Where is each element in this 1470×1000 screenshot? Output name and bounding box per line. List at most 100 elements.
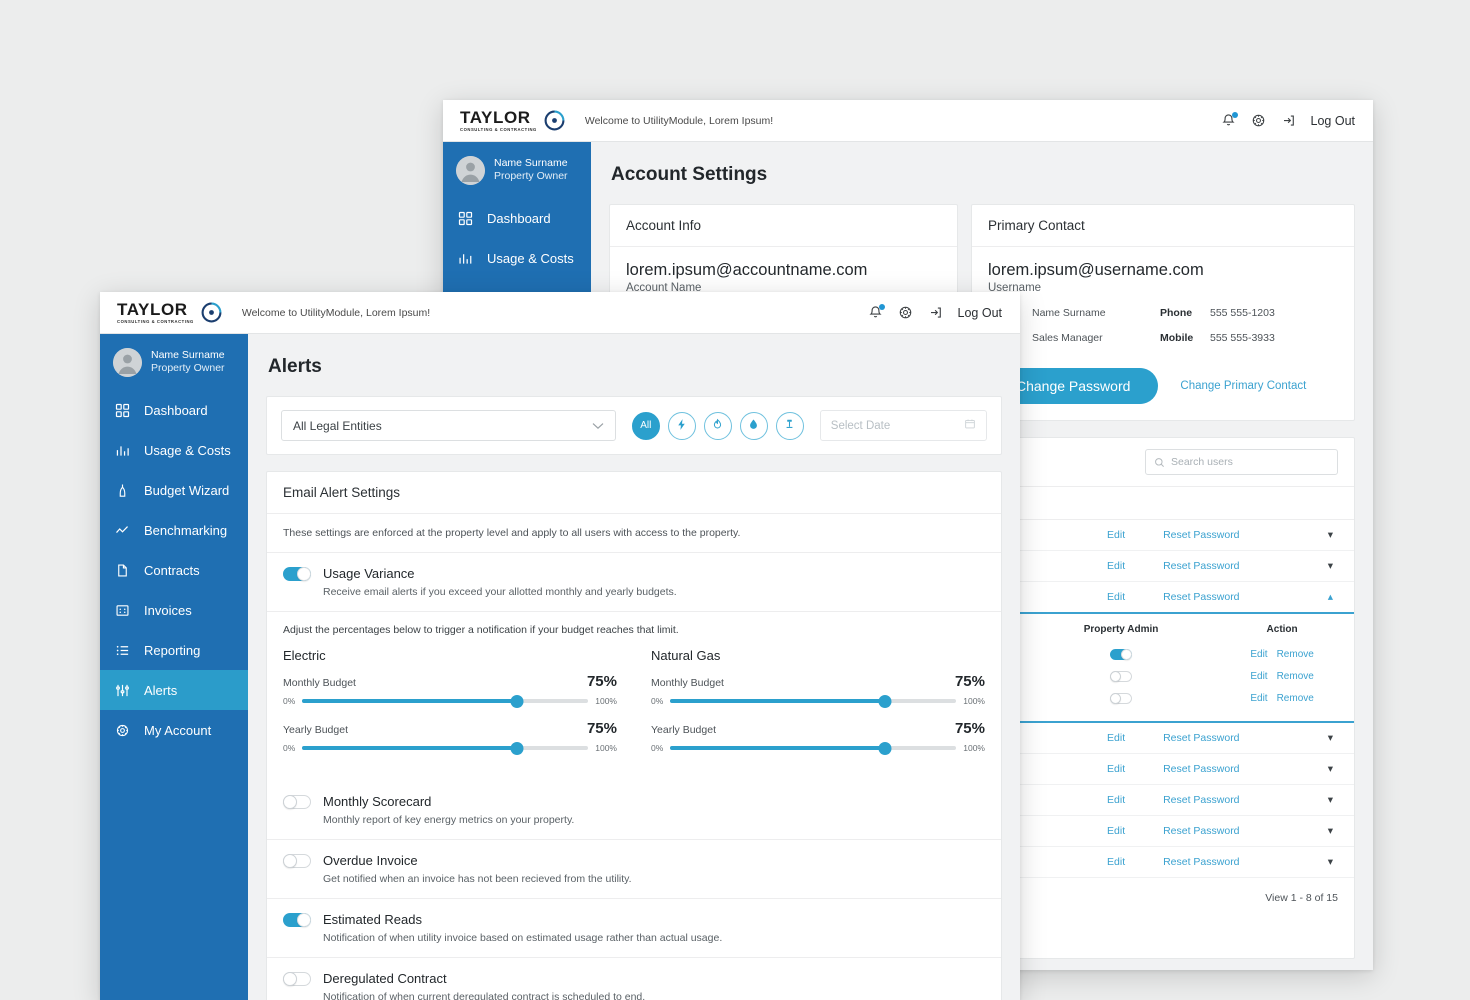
front-main: Alerts All Legal Entities All Select Dat… bbox=[248, 334, 1020, 1000]
row-reset-password-link[interactable]: Reset Password bbox=[1157, 753, 1322, 785]
row-edit-link[interactable]: Edit bbox=[1101, 722, 1158, 754]
sidebar-item-dashboard[interactable]: Dashboard bbox=[100, 390, 248, 430]
edit-link[interactable]: Edit bbox=[1250, 649, 1267, 660]
document-icon bbox=[114, 562, 131, 579]
remove-link[interactable]: Remove bbox=[1277, 693, 1314, 704]
overdue-invoice-toggle[interactable] bbox=[283, 853, 311, 868]
sidebar-item-dashboard[interactable]: Dashboard bbox=[443, 198, 591, 238]
chevron-down-icon[interactable]: ▾ bbox=[1321, 550, 1354, 582]
filter-pill-water[interactable] bbox=[739, 411, 768, 440]
logout-button[interactable]: Log Out bbox=[1311, 114, 1355, 128]
row-edit-link[interactable]: Edit bbox=[1101, 846, 1158, 878]
row-edit-link[interactable]: Edit bbox=[1101, 753, 1158, 785]
front-welcome-text: Welcome to UtilityModule, Lorem Ipsum! bbox=[241, 306, 431, 319]
sidebar-label: Dashboard bbox=[487, 210, 551, 226]
row-edit-link[interactable]: Edit bbox=[1101, 815, 1158, 847]
view-count: View 1 - 8 of 15 bbox=[1265, 892, 1338, 904]
search-users-input[interactable]: Search users bbox=[1145, 449, 1338, 475]
sidebar-item-reporting[interactable]: Reporting bbox=[100, 630, 248, 670]
notification-bell-icon[interactable] bbox=[868, 304, 885, 320]
primary-contact-card: Primary Contact lorem.ipsum@username.com… bbox=[971, 204, 1355, 421]
front-sidebar: Name Surname Property Owner Dashboard Us… bbox=[100, 334, 248, 1000]
filter-pill-sewer[interactable] bbox=[775, 411, 804, 440]
search-users-placeholder: Search users bbox=[1171, 456, 1233, 468]
notification-bell-icon[interactable] bbox=[1221, 112, 1238, 128]
chevron-down-icon[interactable]: ▾ bbox=[1321, 519, 1354, 551]
select-date-input[interactable]: Select Date bbox=[819, 410, 987, 441]
row-edit-link[interactable]: Edit bbox=[1101, 550, 1158, 582]
slider-track[interactable] bbox=[670, 741, 957, 755]
slider-track[interactable] bbox=[302, 741, 589, 755]
filter-pill-electric[interactable] bbox=[667, 411, 696, 440]
row-reset-password-link[interactable]: Reset Password bbox=[1157, 784, 1322, 816]
sidebar-item-budget-wizard[interactable]: Budget Wizard bbox=[100, 470, 248, 510]
property-admin-toggle[interactable] bbox=[1110, 670, 1133, 682]
sidebar-item-my-account[interactable]: My Account bbox=[100, 710, 248, 750]
front-topbar-actions: Log Out bbox=[868, 304, 1002, 320]
chevron-down-icon[interactable]: ▾ bbox=[1321, 815, 1354, 847]
slider-track[interactable] bbox=[670, 694, 957, 708]
row-reset-password-link[interactable]: Reset Password bbox=[1157, 519, 1322, 551]
list-icon bbox=[114, 642, 131, 659]
deregulated-contract-toggle[interactable] bbox=[283, 971, 311, 986]
logout-arrow-icon[interactable] bbox=[928, 305, 943, 320]
edit-link[interactable]: Edit bbox=[1250, 671, 1267, 682]
slider-electric-yearly[interactable]: 0% 100% bbox=[283, 741, 617, 755]
row-reset-password-link[interactable]: Reset Password bbox=[1157, 722, 1322, 754]
chevron-down-icon[interactable]: ▾ bbox=[1321, 753, 1354, 785]
usage-variance-toggle[interactable] bbox=[283, 566, 311, 581]
logout-button[interactable]: Log Out bbox=[958, 306, 1002, 320]
slider-gas-monthly[interactable]: 0% 100% bbox=[651, 694, 985, 708]
remove-link[interactable]: Remove bbox=[1277, 671, 1314, 682]
edit-link[interactable]: Edit bbox=[1250, 693, 1267, 704]
filter-pill-natural-gas[interactable] bbox=[703, 411, 732, 440]
front-profile-name: Name Surname bbox=[151, 348, 225, 361]
slider-label-row: Monthly Budget 75% bbox=[651, 673, 985, 690]
alert-row-deregulated-contract: Deregulated Contract Notification of whe… bbox=[267, 958, 1001, 1000]
slider-electric-monthly[interactable]: 0% 100% bbox=[283, 694, 617, 708]
sidebar-item-alerts[interactable]: Alerts bbox=[100, 670, 248, 710]
monthly-scorecard-toggle[interactable] bbox=[283, 794, 311, 809]
sidebar-label: Reporting bbox=[144, 642, 201, 658]
gear-icon[interactable] bbox=[1251, 113, 1266, 128]
utility-type-filters: All bbox=[631, 411, 804, 440]
filter-pill-all[interactable]: All bbox=[631, 411, 660, 440]
back-profile[interactable]: Name Surname Property Owner bbox=[443, 142, 591, 198]
alert-row-monthly-scorecard: Monthly Scorecard Monthly report of key … bbox=[267, 781, 1001, 840]
sidebar-item-usage-costs[interactable]: Usage & Costs bbox=[443, 238, 591, 278]
chevron-down-icon[interactable]: ▾ bbox=[1321, 784, 1354, 816]
sidebar-item-invoices[interactable]: Invoices bbox=[100, 590, 248, 630]
legal-entity-select[interactable]: All Legal Entities bbox=[281, 410, 616, 441]
change-primary-contact-link[interactable]: Change Primary Contact bbox=[1180, 380, 1306, 392]
gear-icon[interactable] bbox=[898, 305, 913, 320]
grid-icon bbox=[457, 210, 474, 227]
row-reset-password-link[interactable]: Reset Password bbox=[1157, 846, 1322, 878]
property-admin-toggle[interactable] bbox=[1110, 648, 1133, 660]
slider-track[interactable] bbox=[302, 694, 589, 708]
pill-all-label: All bbox=[640, 420, 652, 431]
logout-arrow-icon[interactable] bbox=[1281, 113, 1296, 128]
sidebar-item-contracts[interactable]: Contracts bbox=[100, 550, 248, 590]
sidebar-item-usage-costs[interactable]: Usage & Costs bbox=[100, 430, 248, 470]
row-reset-password-link[interactable]: Reset Password bbox=[1157, 581, 1322, 614]
remove-link[interactable]: Remove bbox=[1277, 649, 1314, 660]
row-edit-link[interactable]: Edit bbox=[1101, 519, 1158, 551]
property-admin-toggle[interactable] bbox=[1110, 692, 1133, 704]
chevron-down-icon[interactable]: ▾ bbox=[1321, 722, 1354, 754]
sidebar-label: Dashboard bbox=[144, 402, 208, 418]
chevron-up-icon[interactable]: ▴ bbox=[1321, 581, 1354, 614]
front-profile[interactable]: Name Surname Property Owner bbox=[100, 334, 248, 390]
chevron-down-icon[interactable]: ▾ bbox=[1321, 846, 1354, 878]
back-page-title: Account Settings bbox=[611, 164, 768, 185]
row-edit-link[interactable]: Edit bbox=[1101, 581, 1158, 614]
estimated-reads-toggle[interactable] bbox=[283, 912, 311, 927]
back-topbar: TAYLOR CONSULTING & CONTRACTING Welcome … bbox=[443, 100, 1373, 142]
sidebar-item-benchmarking[interactable]: Benchmarking bbox=[100, 510, 248, 550]
brand-logo-front: TAYLOR CONSULTING & CONTRACTING bbox=[117, 301, 222, 324]
row-reset-password-link[interactable]: Reset Password bbox=[1157, 550, 1322, 582]
row-edit-link[interactable]: Edit bbox=[1101, 784, 1158, 816]
alerts-window: TAYLOR CONSULTING & CONTRACTING Welcome … bbox=[100, 292, 1020, 1000]
slider-gas-yearly[interactable]: 0% 100% bbox=[651, 741, 985, 755]
alert-row-estimated-reads: Estimated Reads Notification of when uti… bbox=[267, 899, 1001, 958]
row-reset-password-link[interactable]: Reset Password bbox=[1157, 815, 1322, 847]
